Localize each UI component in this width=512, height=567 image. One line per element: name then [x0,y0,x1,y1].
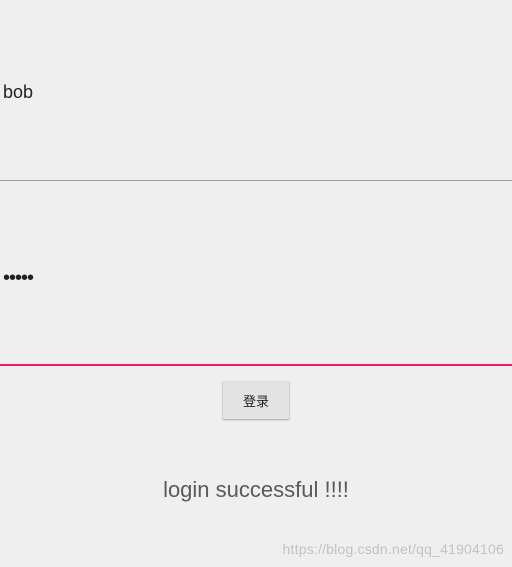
button-row: 登录 [0,382,512,419]
login-button[interactable]: 登录 [223,382,289,419]
password-field-group [0,181,512,366]
username-field-group [0,0,512,181]
status-message: login successful !!!! [0,477,512,503]
watermark-text: https://blog.csdn.net/qq_41904106 [283,541,504,557]
password-input[interactable] [0,267,512,290]
username-input[interactable] [0,82,512,103]
